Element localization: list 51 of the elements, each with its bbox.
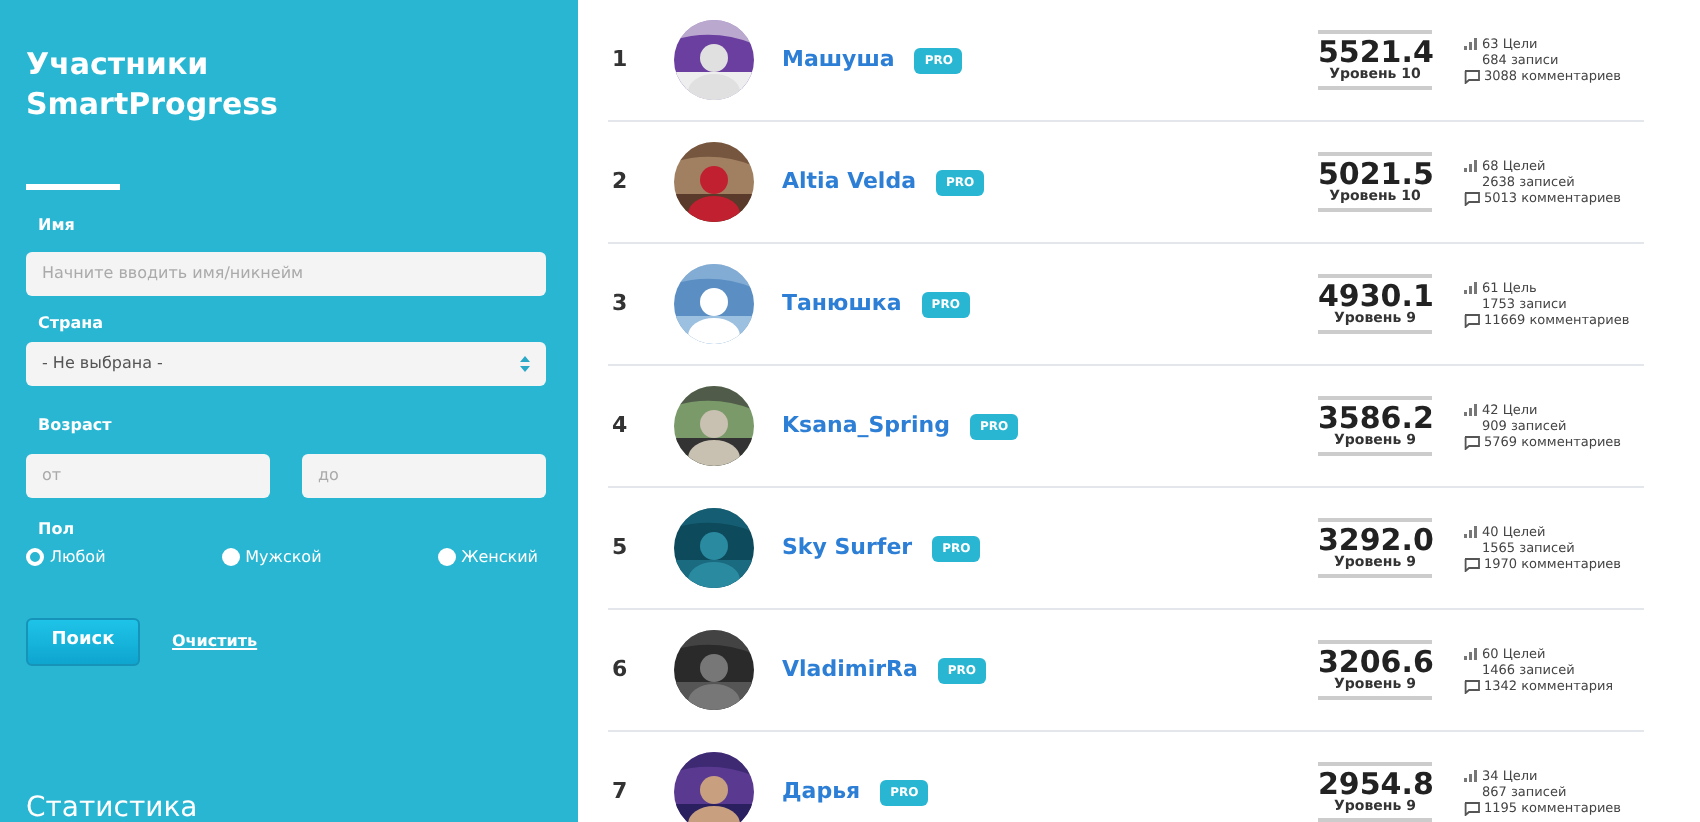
bar-chart-icon (1464, 770, 1478, 782)
score-value: 5021.5 (1318, 156, 1432, 190)
rank-number: 4 (610, 409, 630, 442)
gender-radio[interactable]: Любой (26, 545, 106, 569)
score-value: 5521.4 (1318, 34, 1432, 68)
comment-icon (1464, 557, 1480, 571)
member-name-link[interactable]: Ksana_Spring (782, 409, 950, 443)
bar-chart-icon (1464, 38, 1478, 50)
field-label: Страна (38, 311, 106, 335)
clear-link[interactable]: Очистить (172, 629, 258, 653)
gender-radio[interactable]: Мужской (221, 545, 322, 569)
name-field[interactable]: Начните вводить имя/никнейм (26, 251, 546, 295)
bar-chart-icon (1464, 648, 1478, 660)
country-select[interactable]: - Не выбрана - (26, 341, 546, 385)
comment-icon (1464, 435, 1480, 449)
member-name-link[interactable]: Sky Surfer (782, 531, 913, 565)
score-value: 3586.2 (1318, 400, 1432, 434)
comment-icon (1464, 69, 1480, 83)
bar-chart-icon (1464, 282, 1478, 294)
gender-radio[interactable]: Женский (437, 545, 538, 569)
comment-icon (1464, 313, 1480, 327)
comment-icon (1464, 801, 1480, 815)
score-value: 3206.6 (1318, 644, 1432, 678)
rank-number: 5 (610, 531, 630, 564)
comment-icon (1464, 679, 1480, 693)
field-label: Возраст (38, 413, 114, 437)
page-title: Участники SmartProgress (26, 44, 280, 124)
sort-caret-icon (520, 355, 530, 371)
bar-chart-icon (1464, 526, 1478, 538)
rank-number: 2 (610, 165, 630, 198)
search-button[interactable]: Поиск (26, 617, 140, 665)
section-heading: Статистика (26, 790, 198, 822)
bar-chart-icon (1464, 160, 1478, 172)
rank-number: 1 (610, 43, 630, 76)
member-name-link[interactable]: Машуша (782, 43, 895, 77)
score-value: 3292.0 (1318, 522, 1432, 556)
score-value: 2954.8 (1318, 766, 1432, 800)
field-label: Имя (38, 214, 77, 238)
comment-icon (1464, 191, 1480, 205)
rank-number: 3 (610, 287, 630, 320)
member-name-link[interactable]: Танюшка (782, 287, 902, 321)
bar-chart-icon (1464, 404, 1478, 416)
score-value: 4930.1 (1318, 278, 1432, 312)
rank-number: 7 (610, 775, 630, 808)
member-name-link[interactable]: Altia Velda (782, 165, 917, 199)
member-name-link[interactable]: Дарья (782, 775, 861, 809)
member-name-link[interactable]: VladimirRa (782, 653, 918, 687)
age-from-field[interactable]: от (26, 453, 270, 497)
age-to-field[interactable]: до (302, 453, 546, 497)
rank-number: 6 (610, 653, 630, 686)
field-label: Пол (38, 517, 77, 541)
